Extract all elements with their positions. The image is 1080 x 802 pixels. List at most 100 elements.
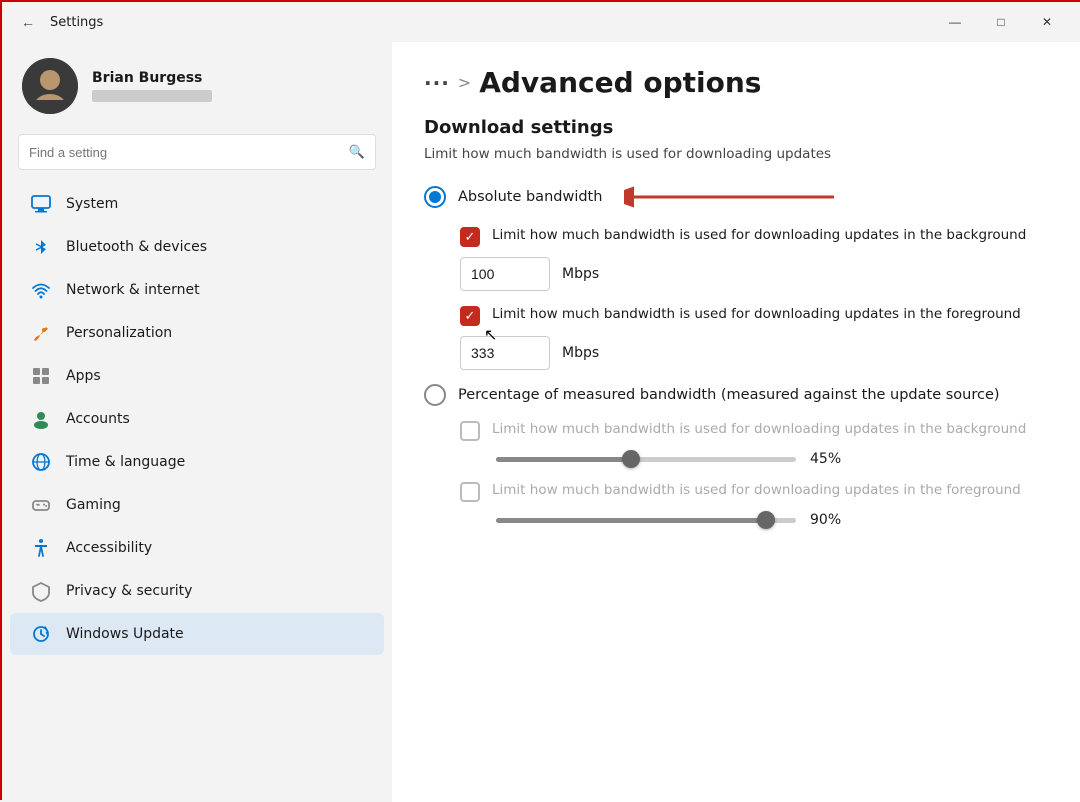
sidebar-item-system[interactable]: System bbox=[10, 183, 384, 225]
close-button[interactable]: ✕ bbox=[1024, 6, 1070, 38]
sidebar-item-privacy[interactable]: Privacy & security bbox=[10, 570, 384, 612]
user-section: Brian Burgess bbox=[2, 42, 392, 126]
person-icon bbox=[30, 408, 52, 430]
radio-percentage-bandwidth[interactable]: Percentage of measured bandwidth (measur… bbox=[424, 384, 1042, 406]
window-title: Settings bbox=[50, 15, 103, 30]
sidebar-item-personalization[interactable]: Personalization bbox=[10, 312, 384, 354]
sidebar-item-update-label: Windows Update bbox=[66, 626, 184, 642]
page-title: Advanced options bbox=[479, 66, 761, 99]
bandwidth-fg-input[interactable] bbox=[460, 336, 550, 370]
wifi-icon bbox=[30, 279, 52, 301]
user-email-placeholder bbox=[92, 90, 212, 102]
sidebar-item-apps[interactable]: Apps bbox=[10, 355, 384, 397]
gaming-icon bbox=[30, 494, 52, 516]
sidebar: Brian Burgess 🔍 System bbox=[2, 42, 392, 802]
checkbox-bg-bandwidth-box[interactable]: ✓ bbox=[460, 227, 480, 247]
minimize-button[interactable]: — bbox=[932, 6, 978, 38]
mbps-unit-2: Mbps bbox=[562, 345, 599, 361]
red-arrow-indicator bbox=[624, 182, 844, 212]
checkbox-bg-percentage-label: Limit how much bandwidth is used for dow… bbox=[492, 420, 1026, 439]
breadcrumb-dots: ··· bbox=[424, 71, 450, 95]
sidebar-item-time-label: Time & language bbox=[66, 454, 185, 470]
accessibility-icon bbox=[30, 537, 52, 559]
checkbox-bg-bandwidth-label: Limit how much bandwidth is used for dow… bbox=[492, 226, 1026, 245]
search-box[interactable]: 🔍 bbox=[18, 134, 376, 170]
slider-bg-thumb[interactable] bbox=[622, 450, 640, 468]
checkbox-fg-bandwidth[interactable]: ✓ Limit how much bandwidth is used for d… bbox=[460, 305, 1042, 326]
checkbox-fg-percentage-label: Limit how much bandwidth is used for dow… bbox=[492, 481, 1021, 500]
slider-fg-fill bbox=[496, 518, 766, 523]
bluetooth-icon bbox=[30, 236, 52, 258]
checkbox-fg-bandwidth-label: Limit how much bandwidth is used for dow… bbox=[492, 305, 1021, 324]
shield-icon bbox=[30, 580, 52, 602]
back-button[interactable]: ← bbox=[14, 8, 42, 36]
main-panel: ··· > Advanced options Download settings… bbox=[392, 42, 1080, 802]
mbps-unit-1: Mbps bbox=[562, 266, 599, 282]
titlebar-left: ← Settings bbox=[14, 8, 103, 36]
absolute-bandwidth-options: ✓ Limit how much bandwidth is used for d… bbox=[460, 226, 1042, 370]
sidebar-item-gaming[interactable]: Gaming bbox=[10, 484, 384, 526]
section-title: Download settings bbox=[424, 117, 1042, 138]
input-fg-bandwidth-row: Mbps bbox=[460, 336, 1042, 370]
radio-absolute-bandwidth-label: Absolute bandwidth bbox=[458, 189, 602, 205]
slider-fg-row: 90% bbox=[496, 512, 1042, 528]
slider-bg-fill bbox=[496, 457, 631, 462]
apps-icon bbox=[30, 365, 52, 387]
checkmark-icon: ✓ bbox=[465, 231, 476, 244]
user-name: Brian Burgess bbox=[92, 70, 212, 86]
sidebar-item-privacy-label: Privacy & security bbox=[66, 583, 192, 599]
avatar-image bbox=[22, 58, 78, 114]
sidebar-item-apps-label: Apps bbox=[66, 368, 101, 384]
radio-absolute-bandwidth-circle[interactable] bbox=[424, 186, 446, 208]
sidebar-item-bluetooth-label: Bluetooth & devices bbox=[66, 239, 207, 255]
sidebar-item-gaming-label: Gaming bbox=[66, 497, 121, 513]
radio-percentage-bandwidth-circle[interactable] bbox=[424, 384, 446, 406]
bandwidth-bg-input[interactable] bbox=[460, 257, 550, 291]
brush-icon bbox=[30, 322, 52, 344]
slider-fg-section: 90% bbox=[496, 512, 1042, 528]
sidebar-item-accessibility-label: Accessibility bbox=[66, 540, 152, 556]
input-bg-bandwidth-row: Mbps bbox=[460, 257, 1042, 291]
checkmark-icon-2: ✓ bbox=[465, 310, 476, 323]
sidebar-item-system-label: System bbox=[66, 196, 118, 212]
slider-fg-value: 90% bbox=[810, 512, 841, 528]
sidebar-item-bluetooth[interactable]: Bluetooth & devices bbox=[10, 226, 384, 268]
checkbox-fg-percentage-box[interactable] bbox=[460, 482, 480, 502]
slider-bg-section: 45% bbox=[496, 451, 1042, 467]
checkbox-fg-percentage[interactable]: Limit how much bandwidth is used for dow… bbox=[460, 481, 1042, 502]
update-icon bbox=[30, 623, 52, 645]
sidebar-item-time[interactable]: Time & language bbox=[10, 441, 384, 483]
checkbox-fg-bandwidth-box[interactable]: ✓ bbox=[460, 306, 480, 326]
percentage-bandwidth-options: Limit how much bandwidth is used for dow… bbox=[460, 420, 1042, 528]
section-description: Limit how much bandwidth is used for dow… bbox=[424, 146, 1042, 162]
main-content: Brian Burgess 🔍 System bbox=[2, 42, 1080, 802]
sidebar-item-accounts[interactable]: Accounts bbox=[10, 398, 384, 440]
user-info: Brian Burgess bbox=[92, 70, 212, 102]
radio-percentage-bandwidth-label: Percentage of measured bandwidth (measur… bbox=[458, 387, 1000, 403]
sidebar-item-network-label: Network & internet bbox=[66, 282, 200, 298]
checkbox-bg-percentage[interactable]: Limit how much bandwidth is used for dow… bbox=[460, 420, 1042, 441]
search-input[interactable] bbox=[29, 145, 341, 160]
sidebar-item-personalization-label: Personalization bbox=[66, 325, 172, 341]
titlebar-controls: — □ ✕ bbox=[932, 6, 1070, 38]
breadcrumb: ··· > Advanced options bbox=[424, 66, 1042, 99]
breadcrumb-separator: > bbox=[458, 73, 471, 92]
settings-window: ← Settings — □ ✕ bbox=[2, 2, 1080, 802]
nav-list: System Bluetooth & devices Network & int… bbox=[2, 182, 392, 656]
slider-bg-track[interactable] bbox=[496, 457, 796, 462]
sidebar-item-network[interactable]: Network & internet bbox=[10, 269, 384, 311]
sidebar-item-accessibility[interactable]: Accessibility bbox=[10, 527, 384, 569]
slider-fg-thumb[interactable] bbox=[757, 511, 775, 529]
checkbox-bg-bandwidth[interactable]: ✓ Limit how much bandwidth is used for d… bbox=[460, 226, 1042, 247]
sidebar-item-accounts-label: Accounts bbox=[66, 411, 130, 427]
radio-absolute-bandwidth[interactable]: Absolute bandwidth bbox=[424, 182, 1042, 212]
sidebar-item-update[interactable]: Windows Update bbox=[10, 613, 384, 655]
checkbox-bg-percentage-box[interactable] bbox=[460, 421, 480, 441]
slider-bg-value: 45% bbox=[810, 451, 841, 467]
globe-icon bbox=[30, 451, 52, 473]
slider-fg-track[interactable] bbox=[496, 518, 796, 523]
monitor-icon bbox=[30, 193, 52, 215]
titlebar: ← Settings — □ ✕ bbox=[2, 2, 1080, 42]
maximize-button[interactable]: □ bbox=[978, 6, 1024, 38]
search-icon: 🔍 bbox=[349, 145, 365, 160]
